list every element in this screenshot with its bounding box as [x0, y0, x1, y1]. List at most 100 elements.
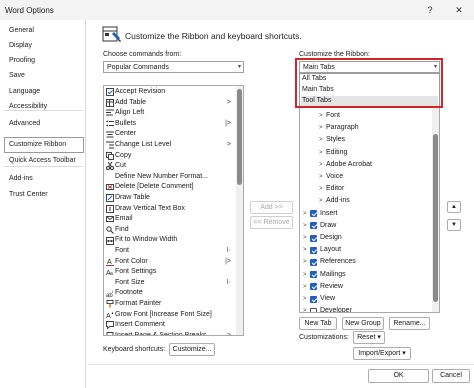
command-list-item[interactable]: Delete [Delete Comment] — [104, 182, 235, 193]
expand-chevron-icon[interactable]: > — [319, 110, 323, 122]
tab-checkbox[interactable] — [310, 295, 317, 303]
command-list-item[interactable]: Bullets |> — [104, 119, 235, 130]
command-list-item[interactable]: Font Size I· — [104, 278, 235, 289]
new-tab-button[interactable]: New Tab — [299, 317, 337, 330]
ribbon-tree-item[interactable]: > Editor — [300, 183, 431, 195]
ribbon-tree[interactable]: > Font > Paragraph > Styles > Editing > Adobe Acr… — [299, 85, 440, 313]
command-list-item[interactable]: Change List Level > — [104, 140, 235, 151]
import-export-button[interactable]: Import/Export ▾ — [353, 347, 411, 360]
choose-commands-dropdown[interactable]: Popular Commands ▾ — [103, 61, 244, 73]
ribbon-tree-item[interactable]: > References — [300, 256, 431, 268]
expand-chevron-icon[interactable]: > — [319, 171, 323, 183]
ribbon-tree-item[interactable]: > Layout — [300, 244, 431, 256]
command-list-item[interactable]: Draw Table — [104, 193, 235, 204]
command-list-item[interactable]: Fit to Window Width — [104, 235, 235, 246]
ribbon-tree-item[interactable]: > Font — [300, 110, 431, 122]
ribbon-tree-item[interactable]: > Adobe Acrobat — [300, 159, 431, 171]
ok-button[interactable]: OK — [368, 369, 429, 383]
tab-checkbox[interactable] — [310, 246, 317, 254]
command-list-item[interactable]: Add Table > — [104, 98, 235, 109]
ribbon-tree-item[interactable]: > Design — [300, 232, 431, 244]
command-list-item[interactable]: Draw Vertical Text Box — [104, 204, 235, 215]
ribbon-tree-scrollbar[interactable] — [432, 86, 439, 312]
rename-button[interactable]: Rename... — [389, 317, 430, 330]
tab-checkbox[interactable] — [310, 234, 317, 242]
command-list-item[interactable]: Define New Number Format... — [104, 172, 235, 183]
sidebar-item-language[interactable]: Language — [9, 85, 40, 99]
command-list-item[interactable]: Aa Font Settings — [104, 267, 235, 278]
command-list-item[interactable]: Accept Revision — [104, 87, 235, 98]
command-label: Change List Level — [115, 141, 172, 148]
reset-button[interactable]: Reset ▾ — [353, 331, 385, 344]
sidebar-item-trust-center[interactable]: Trust Center — [9, 188, 48, 202]
expand-chevron-icon[interactable]: > — [303, 232, 307, 244]
ribbon-tree-item[interactable]: > Draw — [300, 220, 431, 232]
tab-checkbox[interactable] — [310, 258, 317, 266]
tab-checkbox[interactable] — [310, 283, 317, 291]
command-list-item[interactable]: ab 1 Footnote — [104, 288, 235, 299]
ribbon-tree-item[interactable]: > Add-ins — [300, 195, 431, 207]
tab-checkbox[interactable] — [310, 307, 317, 312]
ribbon-tree-item[interactable]: > Insert — [300, 208, 431, 220]
sidebar-item-save[interactable]: Save — [9, 69, 25, 83]
commands-list[interactable]: Accept Revision Add Table > Align Left Bulle… — [103, 85, 244, 336]
commands-scrollbar[interactable] — [236, 86, 243, 335]
ribbon-tree-item[interactable]: > Mailings — [300, 269, 431, 281]
close-button[interactable]: ✕ — [447, 1, 471, 19]
expand-chevron-icon[interactable]: > — [319, 159, 323, 171]
command-list-item[interactable]: Insert Comment — [104, 320, 235, 331]
command-list-item[interactable]: Font I· — [104, 246, 235, 257]
ribbon-tree-item[interactable]: > Developer — [300, 305, 431, 312]
remove-button[interactable]: << Remove — [250, 216, 293, 229]
ribbon-tree-scroll-thumb[interactable] — [433, 134, 438, 302]
tab-checkbox[interactable] — [310, 222, 317, 230]
command-list-item[interactable]: Cut — [104, 161, 235, 172]
ribbon-tree-item[interactable]: > Voice — [300, 171, 431, 183]
command-list-item[interactable]: Email — [104, 214, 235, 225]
expand-chevron-icon[interactable]: > — [303, 281, 307, 293]
expand-chevron-icon[interactable]: > — [303, 208, 307, 220]
move-up-button[interactable]: ▲ — [447, 201, 461, 213]
sidebar-item-proofing[interactable]: Proofing — [9, 54, 35, 68]
ribbon-tree-item[interactable]: > View — [300, 293, 431, 305]
ribbon-tree-item[interactable]: > Styles — [300, 134, 431, 146]
command-list-item[interactable]: Center — [104, 129, 235, 140]
expand-chevron-icon[interactable]: > — [303, 220, 307, 232]
new-group-button[interactable]: New Group — [342, 317, 384, 330]
expand-chevron-icon[interactable]: > — [319, 147, 323, 159]
sidebar-item-advanced[interactable]: Advanced — [9, 117, 40, 131]
command-list-item[interactable]: Insert Page & Section Breaks > — [104, 331, 235, 335]
expand-chevron-icon[interactable]: > — [319, 195, 323, 207]
command-list-item[interactable]: Format Painter — [104, 299, 235, 310]
tab-checkbox[interactable] — [310, 271, 317, 279]
expand-chevron-icon[interactable]: > — [319, 183, 323, 195]
tab-checkbox[interactable] — [310, 210, 317, 218]
sidebar-item-accessibility[interactable]: Accessibility — [9, 100, 47, 114]
expand-chevron-icon[interactable]: > — [303, 293, 307, 305]
command-list-item[interactable]: A Grow Font [Increase Font Size] — [104, 310, 235, 321]
move-down-button[interactable]: ▼ — [447, 219, 461, 231]
ribbon-tree-item[interactable]: > Paragraph — [300, 122, 431, 134]
command-list-item[interactable]: Copy — [104, 151, 235, 162]
cancel-button[interactable]: Cancel — [432, 369, 470, 383]
sidebar-item-general[interactable]: General — [9, 24, 34, 38]
expand-chevron-icon[interactable]: > — [303, 244, 307, 256]
expand-chevron-icon[interactable]: > — [319, 122, 323, 134]
add-button[interactable]: Add >> — [250, 201, 293, 214]
sidebar-item-add-ins[interactable]: Add-ins — [9, 172, 33, 186]
customize-shortcuts-button[interactable]: Customize... — [169, 343, 215, 356]
expand-chevron-icon[interactable]: > — [303, 305, 307, 312]
help-button[interactable]: ? — [418, 1, 442, 19]
ribbon-tree-item[interactable]: > Review — [300, 281, 431, 293]
sidebar-item-display[interactable]: Display — [9, 39, 32, 53]
expand-chevron-icon[interactable]: > — [319, 134, 323, 146]
command-list-item[interactable]: Find — [104, 225, 235, 236]
command-list-item[interactable]: Align Left — [104, 108, 235, 119]
ribbon-tree-item[interactable]: > Editing — [300, 147, 431, 159]
expand-chevron-icon[interactable]: > — [303, 256, 307, 268]
choose-commands-label: Choose commands from: — [103, 51, 182, 58]
sidebar-item-customize-ribbon[interactable]: Customize Ribbon — [9, 138, 66, 152]
commands-scroll-thumb[interactable] — [237, 89, 242, 185]
command-list-item[interactable]: A Font Color |> — [104, 257, 235, 268]
expand-chevron-icon[interactable]: > — [303, 269, 307, 281]
